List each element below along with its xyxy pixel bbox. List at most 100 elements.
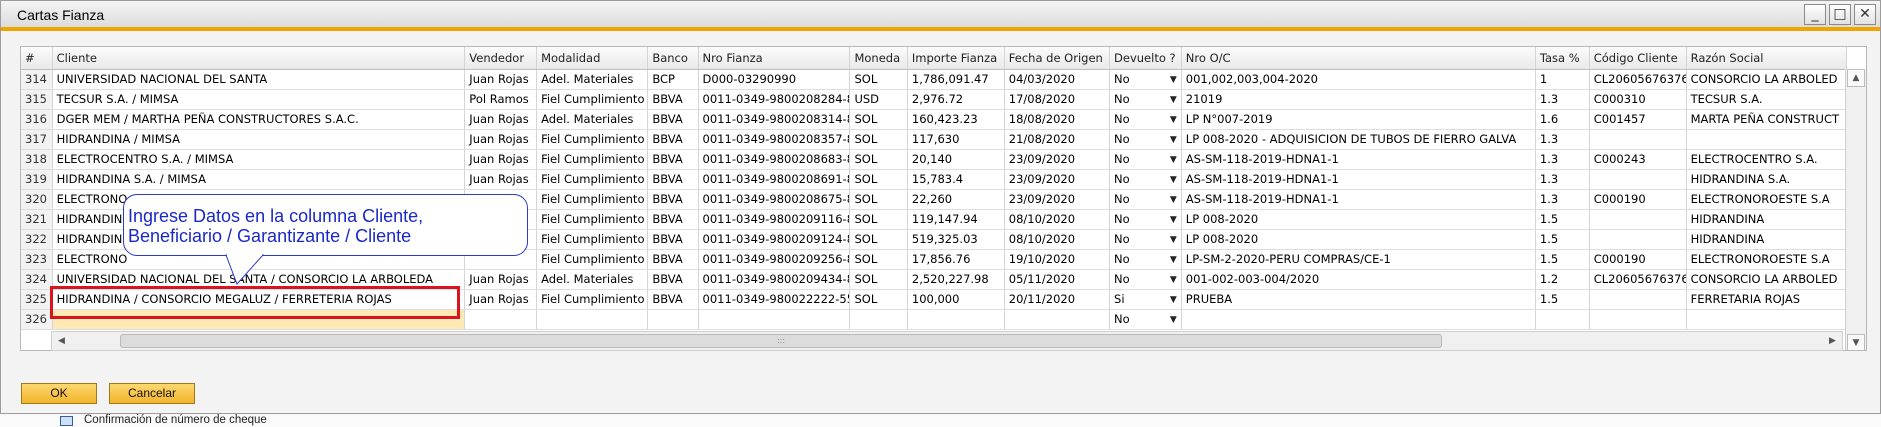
- table-cell[interactable]: 119,147.94: [907, 209, 1005, 230]
- table-cell[interactable]: CL20605676376: [1589, 69, 1687, 90]
- table-cell[interactable]: [1181, 309, 1536, 330]
- table-cell[interactable]: Adel. Materiales: [536, 109, 649, 130]
- dropdown-arrow-icon[interactable]: ▼: [1170, 175, 1177, 185]
- dropdown-arrow-icon[interactable]: ▼: [1170, 275, 1177, 285]
- table-cell[interactable]: 21019: [1181, 89, 1536, 110]
- table-cell[interactable]: SOL: [849, 289, 908, 310]
- table-cell[interactable]: [536, 309, 649, 330]
- dropdown-arrow-icon[interactable]: ▼: [1170, 75, 1177, 85]
- dropdown-arrow-icon[interactable]: ▼: [1170, 135, 1177, 145]
- table-cell[interactable]: 21/08/2020: [1004, 129, 1111, 150]
- column-header-12[interactable]: Código Cliente: [1589, 47, 1687, 70]
- table-cell[interactable]: Juan Rojas: [464, 129, 538, 150]
- table-cell[interactable]: [849, 309, 908, 330]
- table-cell[interactable]: 17,856.76: [907, 249, 1005, 270]
- table-cell[interactable]: SOL: [849, 169, 908, 190]
- table-cell[interactable]: No ▼: [1109, 149, 1182, 170]
- table-cell[interactable]: SOL: [849, 249, 908, 270]
- table-cell[interactable]: [1589, 289, 1687, 310]
- table-cell[interactable]: Juan Rojas: [464, 269, 538, 290]
- table-cell[interactable]: ELECTRONOROESTE S.A: [1686, 189, 1848, 210]
- table-cell[interactable]: CL20605676376: [1589, 269, 1687, 290]
- table-cell[interactable]: AS-SM-118-2019-HDNA1-1: [1181, 169, 1536, 190]
- table-cell[interactable]: Juan Rojas: [464, 169, 538, 190]
- table-cell[interactable]: MARTA PEÑA CONSTRUCT: [1686, 109, 1848, 130]
- table-cell[interactable]: [1589, 209, 1687, 230]
- table-cell[interactable]: Pol Ramos: [464, 89, 538, 110]
- table-cell[interactable]: 0011-0349-9800208675-83: [698, 189, 851, 210]
- column-header-1[interactable]: Cliente: [52, 47, 466, 70]
- dropdown-arrow-icon[interactable]: ▼: [1170, 255, 1177, 265]
- table-cell[interactable]: 1,786,091.47: [907, 69, 1005, 90]
- table-cell[interactable]: Fiel Cumplimiento: [536, 289, 649, 310]
- table-cell[interactable]: SOL: [849, 229, 908, 250]
- table-cell[interactable]: [1589, 169, 1687, 190]
- dropdown-arrow-icon[interactable]: ▼: [1170, 315, 1177, 325]
- table-cell[interactable]: ELECTRONOROESTE S.A: [1686, 249, 1848, 270]
- table-cell[interactable]: LP-SM-2-2020-PERU COMPRAS/CE-1: [1181, 249, 1536, 270]
- table-cell[interactable]: Fiel Cumplimiento: [536, 189, 649, 210]
- dropdown-arrow-icon[interactable]: ▼: [1170, 155, 1177, 165]
- table-cell[interactable]: C001457: [1589, 109, 1687, 130]
- table-cell[interactable]: 001,002,003,004-2020: [1181, 69, 1536, 90]
- table-cell[interactable]: 0011-0349-980022222-55: [698, 289, 851, 310]
- scroll-down-icon[interactable]: ▼: [1847, 334, 1865, 350]
- table-cell[interactable]: FERRETARIA ROJAS: [1686, 289, 1848, 310]
- column-header-8[interactable]: Fecha de Origen: [1004, 47, 1111, 70]
- table-row[interactable]: 317 HIDRANDINA / MIMSA Juan Rojas Fiel Cump…: [21, 129, 1848, 150]
- column-header-4[interactable]: Banco: [647, 47, 699, 70]
- table-cell[interactable]: 20,140: [907, 149, 1005, 170]
- table-cell[interactable]: LP 008-2020: [1181, 229, 1536, 250]
- table-cell[interactable]: 1.3: [1535, 89, 1590, 110]
- table-cell[interactable]: SOL: [849, 69, 908, 90]
- column-header-0[interactable]: #: [21, 47, 53, 70]
- table-cell[interactable]: 08/10/2020: [1004, 209, 1111, 230]
- table-cell[interactable]: TECSUR S.A.: [1686, 89, 1848, 110]
- table-cell[interactable]: Fiel Cumplimiento: [536, 229, 649, 250]
- table-cell[interactable]: 0011-0349-9800209256-81: [698, 249, 851, 270]
- table-cell[interactable]: [698, 309, 851, 330]
- table-cell[interactable]: [1535, 309, 1590, 330]
- table-cell[interactable]: 519,325.03: [907, 229, 1005, 250]
- table-cell[interactable]: BBVA: [647, 109, 699, 130]
- table-cell[interactable]: SOL: [849, 129, 908, 150]
- table-cell[interactable]: 23/09/2020: [1004, 189, 1111, 210]
- table-cell[interactable]: 117,630: [907, 129, 1005, 150]
- table-cell[interactable]: SOL: [849, 109, 908, 130]
- table-cell[interactable]: AS-SM-118-2019-HDNA1-1: [1181, 189, 1536, 210]
- table-cell[interactable]: No ▼: [1109, 249, 1182, 270]
- minimize-button[interactable]: _: [1804, 4, 1826, 25]
- table-cell[interactable]: LP N°007-2019: [1181, 109, 1536, 130]
- table-cell[interactable]: Fiel Cumplimiento: [536, 169, 649, 190]
- table-cell[interactable]: 1.3: [1535, 189, 1590, 210]
- table-cell[interactable]: [1004, 309, 1111, 330]
- table-cell[interactable]: No ▼: [1109, 269, 1182, 290]
- table-cell[interactable]: 17/08/2020: [1004, 89, 1111, 110]
- table-cell[interactable]: 19/10/2020: [1004, 249, 1111, 270]
- table-row[interactable]: 314 UNIVERSIDAD NACIONAL DEL SANTA Juan Ro…: [21, 69, 1848, 90]
- table-cell[interactable]: Fiel Cumplimiento: [536, 209, 649, 230]
- table-cell[interactable]: UNIVERSIDAD NACIONAL DEL SANTA: [52, 69, 466, 90]
- table-cell[interactable]: 23/09/2020: [1004, 149, 1111, 170]
- dropdown-arrow-icon[interactable]: ▼: [1170, 235, 1177, 245]
- table-cell[interactable]: [1589, 129, 1687, 150]
- table-cell[interactable]: 160,423.23: [907, 109, 1005, 130]
- table-cell[interactable]: HIDRANDINA / MIMSA: [52, 129, 466, 150]
- table-cell[interactable]: 1.5: [1535, 289, 1590, 310]
- table-cell[interactable]: 23/09/2020: [1004, 169, 1111, 190]
- table-cell[interactable]: 2,520,227.98: [907, 269, 1005, 290]
- table-cell[interactable]: No ▼: [1109, 129, 1182, 150]
- table-cell[interactable]: No ▼: [1109, 309, 1182, 330]
- table-cell[interactable]: DGER MEM / MARTHA PEÑA CONSTRUCTORES S.A…: [52, 109, 466, 130]
- table-cell[interactable]: C000190: [1589, 189, 1687, 210]
- table-cell[interactable]: 0011-0349-9800208314-89: [698, 109, 851, 130]
- close-button[interactable]: ✕: [1854, 4, 1876, 25]
- table-row[interactable]: 319 HIDRANDINA S.A. / MIMSA Juan Rojas Fiel…: [21, 169, 1848, 190]
- table-cell[interactable]: 0011-0349-9800209124-81: [698, 229, 851, 250]
- column-header-7[interactable]: Importe Fianza: [907, 47, 1005, 70]
- table-cell[interactable]: 08/10/2020: [1004, 229, 1111, 250]
- table-row[interactable]: 316 DGER MEM / MARTHA PEÑA CONSTRUCTORES …: [21, 109, 1848, 130]
- table-cell[interactable]: 1.2: [1535, 269, 1590, 290]
- table-cell[interactable]: BBVA: [647, 209, 699, 230]
- table-cell[interactable]: 1.3: [1535, 169, 1590, 190]
